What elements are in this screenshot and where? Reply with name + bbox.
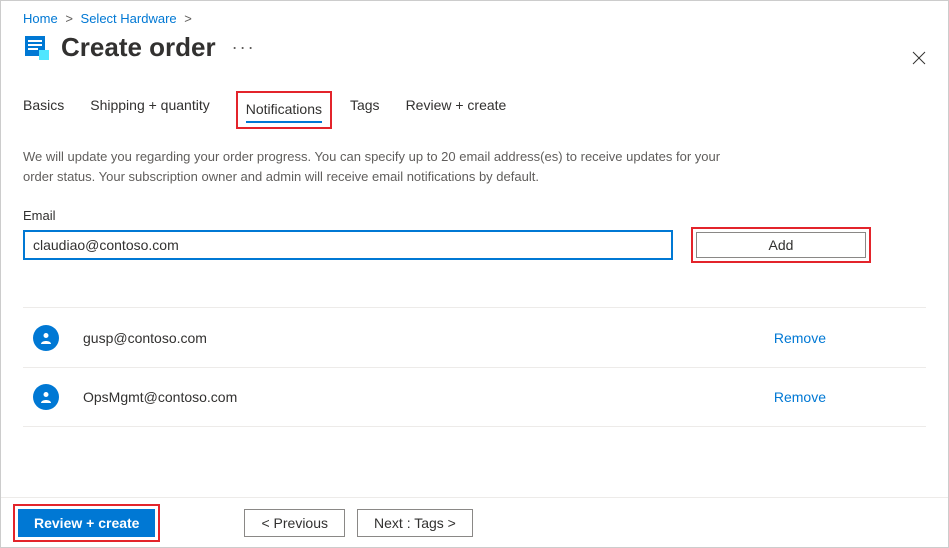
add-button[interactable]: Add xyxy=(696,232,866,258)
page-title: Create order xyxy=(61,32,216,63)
tab-shipping[interactable]: Shipping + quantity xyxy=(90,91,209,129)
remove-link[interactable]: Remove xyxy=(774,389,826,405)
breadcrumb: Home > Select Hardware > xyxy=(23,11,926,26)
tab-notifications-highlight: Notifications xyxy=(236,91,332,129)
add-button-highlight: Add xyxy=(691,227,871,263)
user-icon xyxy=(33,325,59,351)
close-icon[interactable] xyxy=(912,49,926,70)
review-create-button[interactable]: Review + create xyxy=(18,509,155,537)
description-text: We will update you regarding your order … xyxy=(23,147,743,186)
list-item: gusp@contoso.com Remove xyxy=(23,307,926,367)
recipient-email: gusp@contoso.com xyxy=(83,330,774,346)
recipient-email: OpsMgmt@contoso.com xyxy=(83,389,774,405)
list-item: OpsMgmt@contoso.com Remove xyxy=(23,367,926,427)
breadcrumb-home[interactable]: Home xyxy=(23,11,58,26)
tab-notifications[interactable]: Notifications xyxy=(246,97,322,123)
previous-button[interactable]: < Previous xyxy=(244,509,345,537)
tabs: Basics Shipping + quantity Notifications… xyxy=(23,91,926,129)
user-icon xyxy=(33,384,59,410)
breadcrumb-select-hardware[interactable]: Select Hardware xyxy=(81,11,177,26)
review-create-highlight: Review + create xyxy=(13,504,160,542)
breadcrumb-sep: > xyxy=(184,11,192,26)
tab-review[interactable]: Review + create xyxy=(406,91,507,129)
email-row: Add xyxy=(23,227,926,263)
footer: Review + create < Previous Next : Tags > xyxy=(1,497,948,547)
next-button[interactable]: Next : Tags > xyxy=(357,509,473,537)
breadcrumb-sep: > xyxy=(65,11,73,26)
email-label: Email xyxy=(23,208,926,223)
tab-tags[interactable]: Tags xyxy=(350,91,380,129)
order-icon xyxy=(23,34,51,62)
page-header: Create order ··· xyxy=(23,32,926,63)
more-menu[interactable]: ··· xyxy=(232,37,256,58)
tab-basics[interactable]: Basics xyxy=(23,91,64,129)
email-input[interactable] xyxy=(23,230,673,260)
recipient-list: gusp@contoso.com Remove OpsMgmt@contoso.… xyxy=(23,307,926,427)
remove-link[interactable]: Remove xyxy=(774,330,826,346)
